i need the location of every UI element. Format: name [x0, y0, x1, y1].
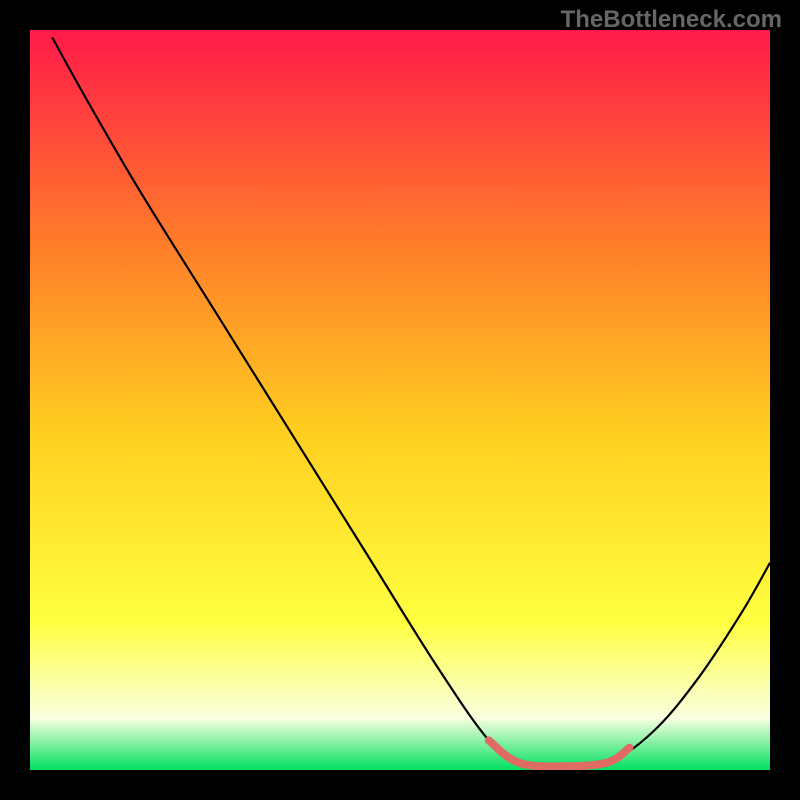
chart-plot-area: [30, 30, 770, 770]
chart-svg: [30, 30, 770, 770]
watermark-text: TheBottleneck.com: [561, 6, 782, 34]
gradient-background: [30, 30, 770, 770]
